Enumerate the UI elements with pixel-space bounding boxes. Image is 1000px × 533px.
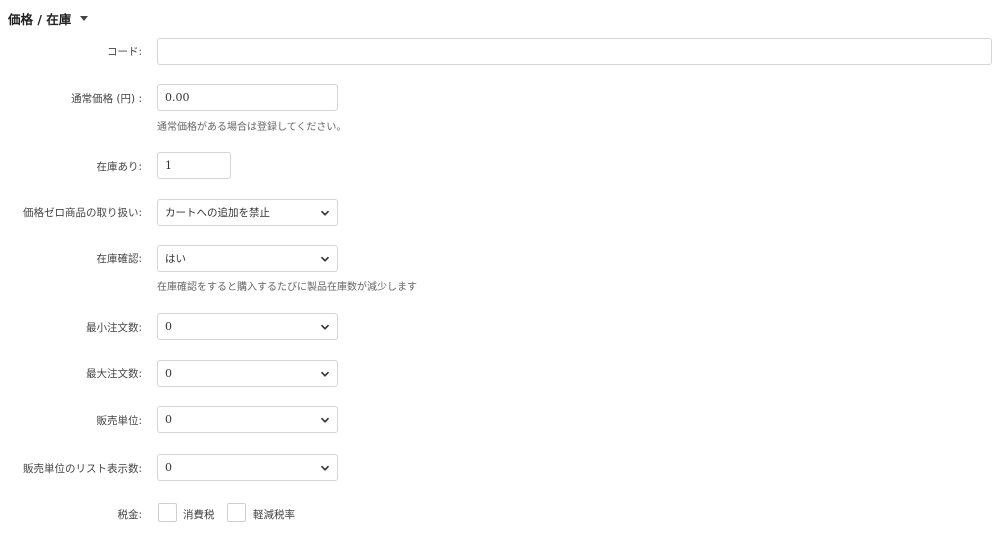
chevron-down-icon xyxy=(320,210,330,216)
zero-price-label: 価格ゼロ商品の取り扱い: xyxy=(22,207,142,219)
section-title: 価格 / 在庫 xyxy=(8,11,72,27)
min-qty-label: 最小注文数: xyxy=(85,322,142,334)
tax-label: 税金: xyxy=(117,509,142,521)
caret-down-icon xyxy=(80,16,89,21)
stock-check-label: 在庫確認: xyxy=(96,253,142,265)
sales-unit-label: 販売単位: xyxy=(96,415,142,427)
max-qty-value: 0 xyxy=(165,367,172,380)
chevron-down-icon xyxy=(320,417,330,423)
chevron-down-icon xyxy=(320,371,330,377)
zero-price-value: カートへの追加を禁止 xyxy=(165,207,270,219)
zero-price-select[interactable]: カートへの追加を禁止 xyxy=(157,199,338,226)
code-label: コード: xyxy=(106,46,142,58)
regular-price-help: 通常価格がある場合は登録してください。 xyxy=(157,122,347,133)
consumption-tax-checkbox[interactable] xyxy=(158,503,177,522)
max-qty-label: 最大注文数: xyxy=(85,368,142,380)
sales-unit-list-label: 販売単位のリスト表示数: xyxy=(22,463,142,475)
stock-input[interactable]: 1 xyxy=(157,152,231,179)
code-input[interactable] xyxy=(157,38,992,65)
stock-label: 在庫あり: xyxy=(96,161,142,173)
max-qty-select[interactable]: 0 xyxy=(157,360,338,387)
stock-check-select[interactable]: はい xyxy=(157,245,338,272)
sales-unit-list-select[interactable]: 0 xyxy=(157,454,338,481)
sales-unit-value: 0 xyxy=(165,413,172,426)
sales-unit-list-value: 0 xyxy=(165,461,172,474)
reduced-tax-checkbox[interactable] xyxy=(227,503,246,522)
stock-check-value: はい xyxy=(165,253,186,265)
consumption-tax-label: 消費税 xyxy=(183,509,215,521)
chevron-down-icon xyxy=(320,324,330,330)
stock-check-help: 在庫確認をすると購入するたびに製品在庫数が減少します xyxy=(157,282,417,293)
sales-unit-select[interactable]: 0 xyxy=(157,406,338,433)
reduced-tax-label: 軽減税率 xyxy=(253,509,295,521)
min-qty-value: 0 xyxy=(165,320,172,333)
regular-price-input[interactable]: 0.00 xyxy=(157,84,338,111)
section-toggle[interactable]: 価格 / 在庫 xyxy=(8,8,89,28)
chevron-down-icon xyxy=(320,256,330,262)
chevron-down-icon xyxy=(320,465,330,471)
regular-price-label: 通常価格 (円) : xyxy=(71,93,142,105)
min-qty-select[interactable]: 0 xyxy=(157,313,338,340)
